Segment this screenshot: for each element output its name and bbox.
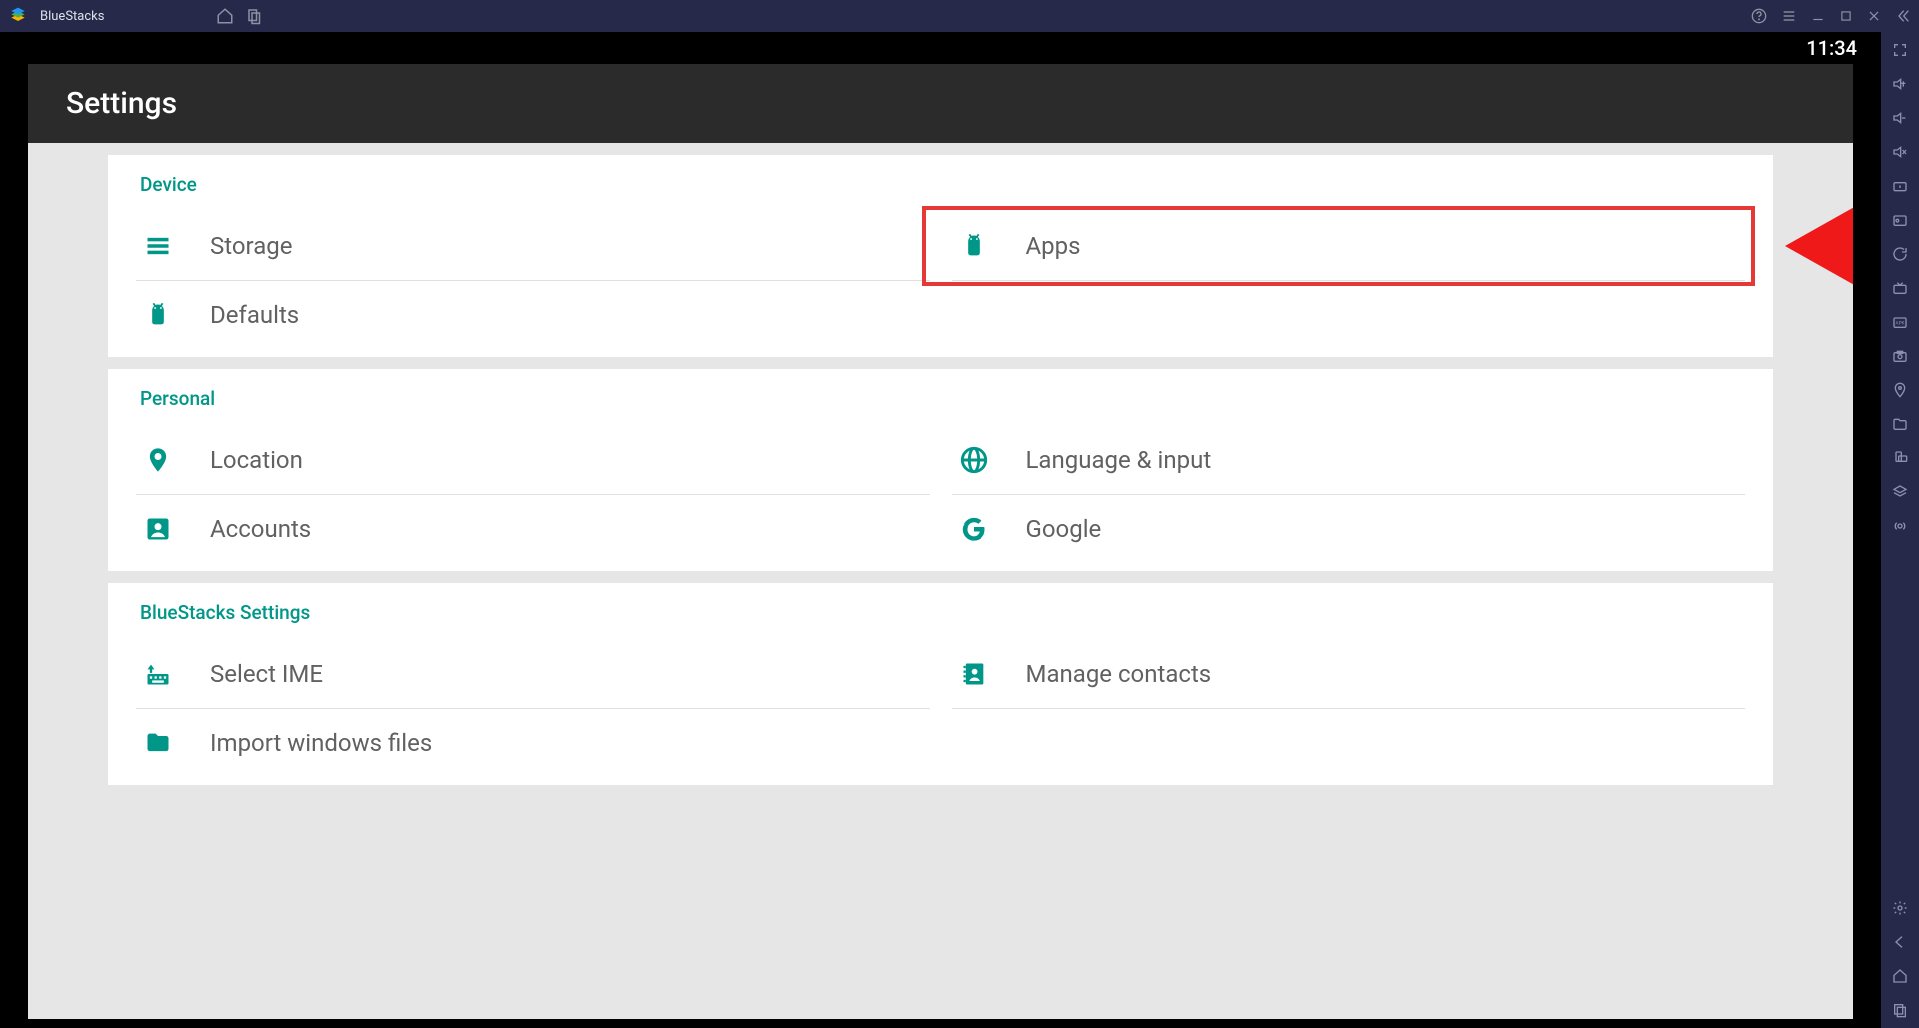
install-apk-icon[interactable]	[1892, 280, 1908, 296]
fullscreen-icon[interactable]	[1892, 42, 1908, 58]
globe-icon	[960, 446, 988, 474]
language-item[interactable]: Language & input	[952, 426, 1746, 495]
keymap-icon[interactable]	[1892, 178, 1908, 194]
svg-text:APK: APK	[1896, 321, 1905, 327]
accounts-item[interactable]: Accounts	[136, 495, 930, 563]
personal-section-title: Personal	[136, 387, 1745, 410]
apps-label: Apps	[1026, 232, 1081, 260]
bluestacks-logo-icon	[8, 6, 28, 26]
app-title: BlueStacks	[40, 9, 104, 24]
select-ime-label: Select IME	[210, 660, 323, 688]
settings-body: Device Storage Apps Defaults	[28, 143, 1853, 1019]
folder-icon	[144, 729, 172, 757]
location-icon[interactable]	[1892, 382, 1908, 398]
screenshot-icon[interactable]	[1892, 348, 1908, 364]
home-icon[interactable]	[216, 7, 234, 25]
status-time: 11:34	[1806, 36, 1857, 60]
google-icon	[960, 515, 988, 543]
back-icon[interactable]	[1892, 934, 1908, 950]
google-item[interactable]: Google	[952, 495, 1746, 563]
personal-section: Personal Location Language & input Accou…	[108, 369, 1773, 571]
location-item[interactable]: Location	[136, 426, 930, 495]
storage-label: Storage	[210, 232, 292, 260]
right-sidebar: APK	[1881, 32, 1919, 1028]
volume-up-icon[interactable]	[1892, 76, 1908, 92]
collapse-sidebar-icon[interactable]	[1895, 8, 1911, 24]
import-files-item[interactable]: Import windows files	[136, 709, 930, 777]
android-icon	[960, 232, 988, 260]
settings-gear-icon[interactable]	[1892, 900, 1908, 916]
import-files-label: Import windows files	[210, 729, 432, 757]
minimize-icon[interactable]	[1811, 9, 1825, 23]
defaults-item[interactable]: Defaults	[136, 281, 930, 349]
status-bar: 11:34	[0, 32, 1881, 64]
location-label: Location	[210, 446, 303, 474]
contacts-icon	[960, 660, 988, 688]
recents-icon[interactable]	[1892, 1002, 1908, 1018]
language-label: Language & input	[1026, 446, 1212, 474]
nav-home-icon[interactable]	[1892, 968, 1908, 984]
storage-item[interactable]: Storage	[136, 212, 930, 281]
mute-icon[interactable]	[1892, 144, 1908, 160]
defaults-label: Defaults	[210, 301, 299, 329]
apps-item[interactable]: Apps	[952, 212, 1746, 281]
maximize-icon[interactable]	[1839, 9, 1853, 23]
google-label: Google	[1026, 515, 1102, 543]
bluestacks-section: BlueStacks Settings Select IME Manage co…	[108, 583, 1773, 785]
device-section-title: Device	[136, 173, 1745, 196]
streaming-icon[interactable]	[1892, 518, 1908, 534]
close-icon[interactable]	[1867, 9, 1881, 23]
page-title: Settings	[28, 64, 1853, 143]
select-ime-item[interactable]: Select IME	[136, 640, 930, 709]
location-icon	[144, 446, 172, 474]
accounts-label: Accounts	[210, 515, 311, 543]
device-section: Device Storage Apps Defaults	[108, 155, 1773, 357]
sync-icon[interactable]	[1892, 246, 1908, 262]
manage-contacts-label: Manage contacts	[1026, 660, 1212, 688]
menu-icon[interactable]	[1781, 8, 1797, 24]
account-icon	[144, 515, 172, 543]
bluestacks-section-title: BlueStacks Settings	[136, 601, 1745, 624]
help-icon[interactable]	[1751, 8, 1767, 24]
arrow-annotation	[1785, 196, 1853, 296]
media-folder-icon[interactable]	[1892, 416, 1908, 432]
titlebar: BlueStacks	[0, 0, 1919, 32]
keymap-editor-icon[interactable]	[1892, 212, 1908, 228]
app-viewport: 11:34 Settings Device Storage Apps	[0, 32, 1881, 1028]
volume-down-icon[interactable]	[1892, 110, 1908, 126]
storage-icon	[144, 232, 172, 260]
rotate-icon[interactable]	[1892, 450, 1908, 466]
manage-contacts-item[interactable]: Manage contacts	[952, 640, 1746, 709]
apk-icon[interactable]: APK	[1892, 314, 1908, 330]
multi-instance-icon[interactable]	[1892, 484, 1908, 500]
library-icon[interactable]	[246, 7, 264, 25]
keyboard-icon	[144, 660, 172, 688]
android-icon	[144, 301, 172, 329]
